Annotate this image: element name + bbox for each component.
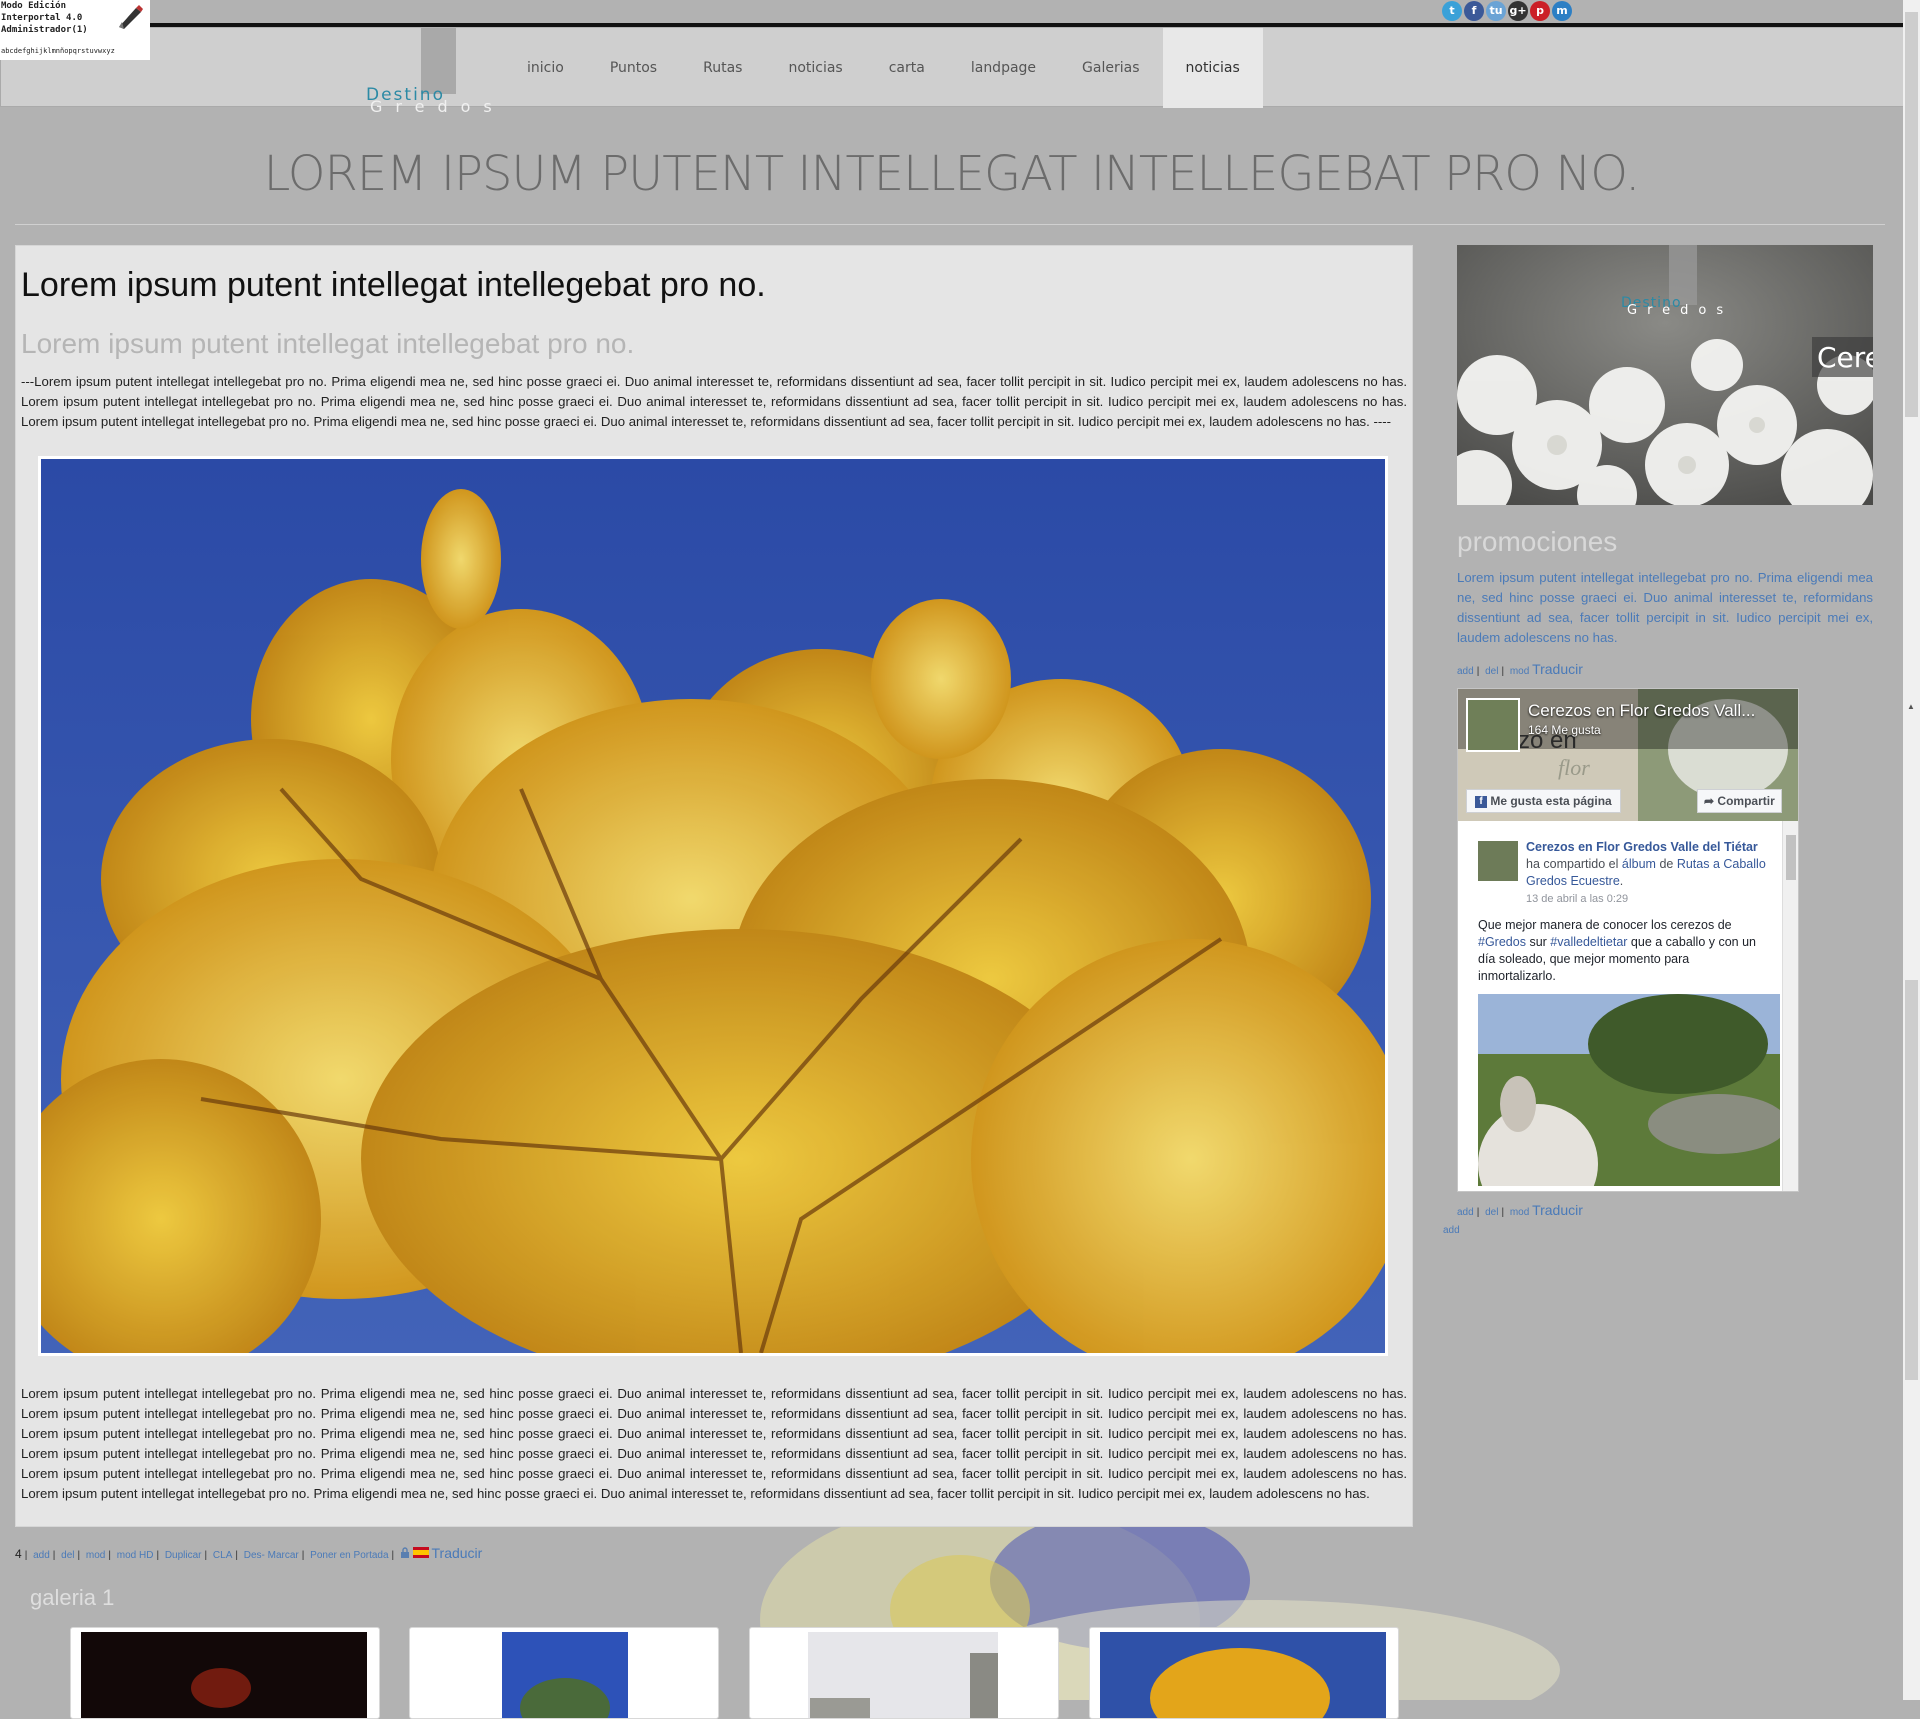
promo-del-link[interactable]: del: [1485, 666, 1498, 677]
facebook-page-name[interactable]: Cerezos en Flor Gredos Vall...: [1528, 701, 1755, 721]
gallery-thumbnail[interactable]: [1089, 1627, 1399, 1719]
spain-flag-icon[interactable]: [412, 1547, 432, 1561]
article-heading: Lorem ipsum putent intellegat intellegeb…: [21, 266, 766, 304]
article-card: Lorem ipsum putent intellegat intellegeb…: [15, 245, 1413, 1527]
article-unmark-link[interactable]: Des- Marcar: [244, 1550, 299, 1561]
nav-galerias[interactable]: Galerias: [1059, 28, 1162, 108]
gallery-image-night-fire: [81, 1632, 367, 1718]
article-admin-actions: 4 | add | del | mod | mod HD | Duplicar | CLA |…: [15, 1545, 483, 1561]
article-body-text: Lorem ipsum putent intellegat intellegeb…: [21, 1386, 1407, 1501]
admin-alphabet-index[interactable]: abcdefghijklmnñopqrstuvwxyz: [1, 47, 115, 55]
social-share-bar: t f tu g+ p m: [1442, 1, 1572, 21]
facebook-del-link[interactable]: del: [1485, 1207, 1498, 1218]
article-translate-link[interactable]: Traducir: [432, 1545, 483, 1561]
facebook-post-author[interactable]: Cerezos en Flor Gredos Valle del Tiétar: [1526, 840, 1758, 854]
facebook-like-button[interactable]: f Me gusta esta página: [1466, 789, 1621, 813]
article-cla-link[interactable]: CLA: [213, 1550, 232, 1561]
facebook-post-text-1: Que mejor manera de conocer los cerezos …: [1478, 918, 1732, 932]
main-nav: inicio Puntos Rutas noticias carta landp…: [504, 28, 1263, 108]
admin-mode-panel: Modo Edición Interportal 4.0 Administrad…: [0, 0, 150, 60]
facebook-post-shared-label: ha compartido el: [1526, 857, 1619, 871]
facebook-post-photo[interactable]: [1478, 994, 1780, 1186]
facebook-cover-text-2: flor: [1558, 755, 1590, 780]
article-mod-hd-link[interactable]: mod HD: [117, 1550, 154, 1561]
banner-caption: Cere: [1817, 341, 1873, 374]
article-mod-link[interactable]: mod: [86, 1550, 105, 1561]
google-plus-icon[interactable]: g+: [1508, 1, 1528, 21]
article-duplicate-link[interactable]: Duplicar: [165, 1550, 202, 1561]
article-intro-text: ---Lorem ipsum putent intellegat intelle…: [21, 374, 1407, 429]
facebook-post-avatar[interactable]: [1478, 841, 1518, 881]
article-add-link[interactable]: add: [33, 1550, 50, 1561]
tuenti-icon[interactable]: tu: [1486, 1, 1506, 21]
facebook-share-label: Compartir: [1717, 794, 1775, 808]
gallery-thumbnail[interactable]: [70, 1627, 380, 1719]
facebook-icon[interactable]: f: [1464, 1, 1484, 21]
pinterest-icon[interactable]: p: [1530, 1, 1550, 21]
sidebar-extra-add-link[interactable]: add: [1443, 1225, 1460, 1236]
facebook-admin-actions: add | del | mod Traducir: [1457, 1202, 1583, 1218]
facebook-post-date[interactable]: 13 de abril a las 0:29: [1526, 893, 1628, 905]
nav-rutas[interactable]: Rutas: [680, 28, 765, 108]
logo-bottom-text: Gredos: [370, 97, 505, 116]
share-arrow-icon: ➦: [1704, 794, 1715, 808]
gallery-image-autumn-tree: [1100, 1632, 1386, 1718]
nav-noticias-active[interactable]: noticias: [1162, 28, 1263, 108]
cherry-blossom-banner-image: [1457, 245, 1873, 505]
gallery-image-stone-ruins: [808, 1632, 998, 1718]
page-scrollbar[interactable]: ▲: [1903, 0, 1920, 1700]
page-title: LOREM IPSUM PUTENT INTELLEGAT INTELLEGEB…: [263, 146, 1641, 202]
edit-pen-icon[interactable]: [116, 4, 144, 34]
gallery-thumbnail[interactable]: [409, 1627, 719, 1719]
facebook-hashtag-valledeltietar[interactable]: #valledeltietar: [1550, 935, 1627, 949]
article-subheading: Lorem ipsum putent intellegat intellegeb…: [21, 328, 635, 359]
promo-title: promociones: [1457, 526, 1618, 557]
gallery-title: galeria 1: [30, 1585, 115, 1610]
facebook-post-album-link[interactable]: álbum: [1622, 857, 1656, 871]
promo-admin-actions: add | del | mod Traducir: [1457, 661, 1583, 677]
facebook-page-widget: zo en flor Cerezos en Flor Gredos Vall..…: [1457, 688, 1799, 1192]
gallery-image-pine-tree: [502, 1632, 628, 1718]
nav-noticias[interactable]: noticias: [765, 28, 865, 108]
promo-mod-link[interactable]: mod: [1510, 666, 1529, 677]
nav-puntos[interactable]: Puntos: [587, 28, 680, 108]
facebook-add-link[interactable]: add: [1457, 1207, 1474, 1218]
twitter-icon[interactable]: t: [1442, 1, 1462, 21]
scroll-up-arrow-icon[interactable]: ▲: [1907, 702, 1915, 711]
sidebar-banner[interactable]: Destino Gredos Cere: [1457, 245, 1873, 505]
banner-logo-bottom: Gredos: [1627, 303, 1734, 318]
facebook-share-button[interactable]: ➦ Compartir: [1697, 789, 1782, 813]
nav-inicio[interactable]: inicio: [504, 28, 587, 108]
article-frontpage-link[interactable]: Poner en Portada: [310, 1550, 388, 1561]
promo-text[interactable]: Lorem ipsum putent intellegat intellegeb…: [1457, 568, 1873, 648]
promo-translate-link[interactable]: Traducir: [1532, 661, 1583, 677]
autumn-tree-photo: [41, 459, 1385, 1353]
facebook-like-label: Me gusta esta página: [1490, 794, 1612, 808]
page-scrollbar-thumb[interactable]: [1905, 12, 1918, 417]
gallery-thumbnail[interactable]: [749, 1627, 1059, 1719]
facebook-post-of-label: de: [1659, 857, 1674, 871]
nav-carta[interactable]: carta: [866, 28, 948, 108]
site-logo[interactable]: Destino Gredos: [366, 85, 492, 116]
facebook-post-text-2: sur: [1529, 935, 1547, 949]
nav-landpage[interactable]: landpage: [948, 28, 1059, 108]
lock-icon[interactable]: [400, 1547, 413, 1561]
header-top-rule: [0, 23, 1903, 27]
promo-add-link[interactable]: add: [1457, 666, 1474, 677]
article-del-link[interactable]: del: [61, 1550, 74, 1561]
facebook-post-header: Cerezos en Flor Gredos Valle del Tiétar …: [1526, 840, 1766, 888]
page-scrollbar-thumb-secondary[interactable]: [1905, 980, 1918, 1380]
facebook-widget-scrollbar[interactable]: [1782, 821, 1798, 1191]
title-divider: [15, 224, 1885, 225]
facebook-mod-link[interactable]: mod: [1510, 1207, 1529, 1218]
meneame-icon[interactable]: m: [1552, 1, 1572, 21]
facebook-post-text: Que mejor manera de conocer los cerezos …: [1478, 917, 1768, 985]
facebook-like-count: 164 Me gusta: [1528, 723, 1601, 737]
facebook-page-avatar[interactable]: [1466, 698, 1520, 752]
article-count: 4: [15, 1547, 22, 1561]
facebook-icon: f: [1475, 795, 1487, 808]
facebook-hashtag-gredos[interactable]: #Gredos: [1478, 935, 1526, 949]
article-photo[interactable]: [38, 456, 1388, 1356]
facebook-translate-link[interactable]: Traducir: [1532, 1202, 1583, 1218]
